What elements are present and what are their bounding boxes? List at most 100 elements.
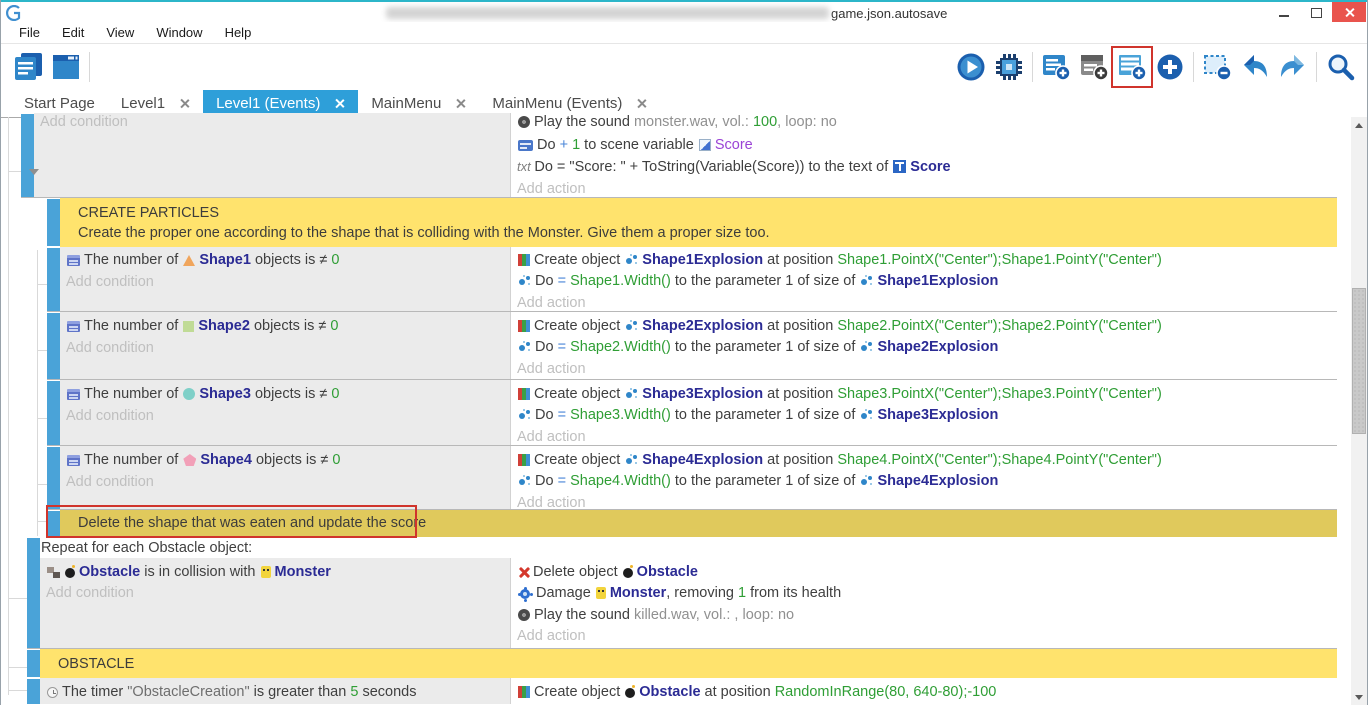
action-line[interactable]: Play the sound monster.wav, vol.: 100, l…: [517, 114, 1349, 134]
tab-close-icon[interactable]: [455, 98, 466, 109]
conditions-column[interactable]: The number of Shape1 objects is ≠ 0Add c…: [60, 247, 511, 311]
action-line[interactable]: Do = Shape4.Width() to the parameter 1 o…: [517, 473, 1349, 493]
textobj-icon: [893, 160, 906, 173]
comment-block[interactable]: OBSTACLE: [40, 649, 1337, 678]
action-line[interactable]: Create object Obstacle at position Rando…: [517, 684, 1349, 704]
add-condition-link[interactable]: Add condition: [66, 408, 506, 428]
scroll-up-arrow[interactable]: [1351, 117, 1367, 133]
condition-line[interactable]: The number of Shape1 objects is ≠ 0: [66, 252, 506, 272]
toolbar-undo-button[interactable]: [1238, 50, 1272, 84]
scrollbar-thumb[interactable]: [1352, 288, 1366, 434]
add-condition-link[interactable]: Add condition: [66, 274, 506, 294]
add-condition-link[interactable]: Add condition: [40, 114, 506, 134]
action-line[interactable]: Damage Monster, removing 1 from its heal…: [517, 585, 1349, 605]
tab-close-icon[interactable]: [179, 98, 190, 109]
actions-column[interactable]: Play the sound monster.wav, vol.: 100, l…: [511, 113, 1353, 197]
text-segment: at position: [701, 684, 775, 700]
actions-column[interactable]: Create object Shape4Explosion at positio…: [511, 446, 1353, 509]
action-line[interactable]: Delete object Obstacle: [517, 564, 1349, 584]
condition-line[interactable]: The number of Shape3 objects is ≠ 0: [66, 386, 506, 406]
add-condition-link[interactable]: Add condition: [66, 340, 506, 360]
toolbar-add-event-button[interactable]: [1039, 50, 1073, 84]
action-line[interactable]: txt Do = "Score: " + ToString(Variable(S…: [517, 159, 1349, 179]
toolbar-search-button[interactable]: [1323, 50, 1357, 84]
event-row[interactable]: Repeat for each Obstacle object: Obstacle…: [1, 537, 1353, 649]
add-action-link[interactable]: Add action: [517, 628, 1349, 648]
action-line[interactable]: Play the sound killed.wav, vol.: , loop:…: [517, 607, 1349, 627]
event-row[interactable]: The number of Shape4 objects is ≠ 0Add c…: [1, 446, 1353, 510]
action-line[interactable]: Do = Shape1.Width() to the parameter 1 o…: [517, 273, 1349, 293]
condition-line[interactable]: The timer "ObstacleCreation" is greater …: [46, 684, 506, 704]
add-subevent-icon: [1117, 52, 1147, 82]
actions-column[interactable]: Create object Obstacle at position Rando…: [511, 678, 1353, 704]
comment-block[interactable]: CREATE PARTICLESCreate the proper one ac…: [60, 198, 1337, 247]
action-line[interactable]: Create object Shape4Explosion at positio…: [517, 452, 1349, 472]
text-segment: Add condition: [66, 408, 154, 424]
event-row[interactable]: The number of Shape3 objects is ≠ 0 Add c…: [1, 380, 1353, 446]
add-condition-link[interactable]: Add condition: [66, 474, 506, 494]
particle-icon: [860, 340, 873, 353]
action-line[interactable]: Create object Shape3Explosion at positio…: [517, 386, 1349, 406]
comment-row[interactable]: CREATE PARTICLESCreate the proper one ac…: [1, 198, 1353, 247]
toolbar-delete-event-button[interactable]: [1200, 50, 1234, 84]
minimize-button[interactable]: [1268, 2, 1300, 23]
menu-item-window[interactable]: Window: [146, 23, 212, 43]
conditions-column[interactable]: The timer "ObstacleCreation" is greater …: [40, 678, 511, 704]
toolbar-redo-button[interactable]: [1276, 50, 1310, 84]
action-line[interactable]: Do + 1 to scene variable Score: [517, 137, 1349, 157]
actions-column[interactable]: Create object Shape3Explosion at positio…: [511, 380, 1353, 445]
text-segment: 1: [738, 585, 746, 601]
actions-column[interactable]: Create object Shape1Explosion at positio…: [511, 247, 1353, 311]
conditions-column[interactable]: The number of Shape4 objects is ≠ 0Add c…: [60, 446, 511, 509]
add-condition-link[interactable]: Add condition: [46, 585, 506, 605]
project-manager-button[interactable]: [11, 50, 45, 84]
text-segment: Create object: [534, 452, 624, 468]
toolbar-add-comment-button[interactable]: [1077, 50, 1111, 84]
comment-row[interactable]: Delete the shape that was eaten and upda…: [1, 510, 1353, 537]
text-segment: 100: [753, 114, 777, 130]
tree-guide-line: [37, 418, 47, 419]
menu-item-help[interactable]: Help: [215, 23, 262, 43]
event-row[interactable]: Add condition Play the sound monster.wav,…: [1, 113, 1353, 198]
repeat-header[interactable]: Repeat for each Obstacle object:: [41, 540, 252, 556]
event-row[interactable]: The number of Shape1 objects is ≠ 0Add c…: [1, 247, 1353, 312]
menu-item-view[interactable]: View: [96, 23, 144, 43]
menu-item-file[interactable]: File: [9, 23, 50, 43]
comment-row[interactable]: OBSTACLE: [1, 649, 1353, 678]
actions-column[interactable]: Create object Shape2Explosion at positio…: [511, 312, 1353, 379]
sound-icon: [518, 116, 530, 128]
condition-line[interactable]: The number of Shape2 objects is ≠ 0: [66, 318, 506, 338]
toolbar-add-subevent-button[interactable]: [1115, 50, 1149, 84]
menu-item-edit[interactable]: Edit: [52, 23, 94, 43]
scroll-down-arrow[interactable]: [1351, 689, 1367, 705]
start-page-button[interactable]: [49, 50, 83, 84]
text-segment: = "Score: " + ToString(Variable(Score)): [557, 159, 805, 175]
actions-column[interactable]: Delete object ObstacleDamage Monster, re…: [511, 558, 1353, 648]
conditions-column[interactable]: The number of Shape3 objects is ≠ 0 Add c…: [60, 380, 511, 445]
event-row[interactable]: The number of Shape2 objects is ≠ 0Add c…: [1, 312, 1353, 380]
action-line[interactable]: Create object Shape1Explosion at positio…: [517, 252, 1349, 272]
action-line[interactable]: Create object Shape2Explosion at positio…: [517, 318, 1349, 338]
action-line[interactable]: Do = Shape2.Width() to the parameter 1 o…: [517, 339, 1349, 359]
vertical-scrollbar[interactable]: [1351, 117, 1367, 705]
pent-icon: [183, 454, 196, 466]
conditions-column[interactable]: The number of Shape2 objects is ≠ 0Add c…: [60, 312, 511, 379]
comment-block[interactable]: Delete the shape that was eaten and upda…: [60, 510, 1337, 537]
maximize-button[interactable]: [1300, 2, 1332, 23]
tab-close-icon[interactable]: [636, 98, 647, 109]
collapse-arrow-icon[interactable]: [29, 169, 39, 175]
condition-line[interactable]: Obstacle is in collision with Monster: [46, 564, 506, 584]
toolbar-separator: [1316, 52, 1317, 82]
conditions-column[interactable]: Add condition: [34, 113, 511, 197]
action-line[interactable]: Do = Shape3.Width() to the parameter 1 o…: [517, 407, 1349, 427]
tab-close-icon[interactable]: [334, 98, 345, 109]
conditions-column[interactable]: Obstacle is in collision with MonsterAdd…: [40, 558, 511, 648]
text-segment: Add action: [517, 429, 586, 445]
condition-line[interactable]: The number of Shape4 objects is ≠ 0: [66, 452, 506, 472]
toolbar-play-button[interactable]: [954, 50, 988, 84]
close-button[interactable]: [1332, 2, 1366, 23]
toolbar-add-more-button[interactable]: [1153, 50, 1187, 84]
add-action-link[interactable]: Add action: [517, 361, 1349, 381]
toolbar-debug-button[interactable]: [992, 50, 1026, 84]
event-row[interactable]: The timer "ObstacleCreation" is greater …: [1, 678, 1353, 705]
